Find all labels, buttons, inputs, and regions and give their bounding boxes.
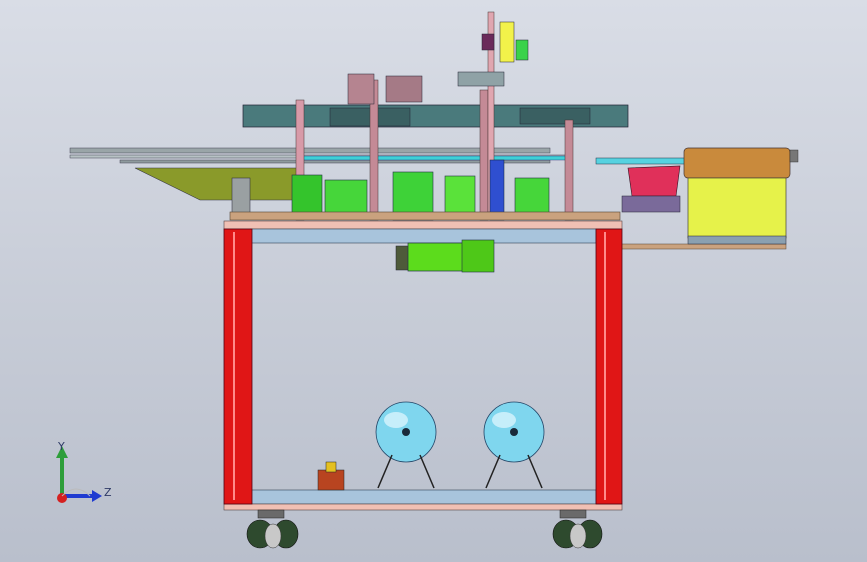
y-axis-label: Y — [57, 440, 65, 453]
z-axis-label: Z — [104, 486, 112, 499]
top-assembly — [69, 11, 787, 250]
caster-right — [552, 509, 603, 549]
cad-viewport[interactable]: Y Z — [0, 0, 867, 562]
air-tank-right — [483, 401, 545, 489]
vibratory-bowl-feeder — [683, 147, 799, 245]
coordinate-triad: Y Z — [56, 440, 112, 503]
machine-assembly-model[interactable] — [0, 0, 867, 562]
filter-regulator — [317, 461, 345, 491]
air-tank-left — [375, 401, 437, 489]
caster-left — [246, 509, 299, 549]
x-axis-dot — [57, 493, 67, 503]
drive-motor — [395, 239, 495, 273]
